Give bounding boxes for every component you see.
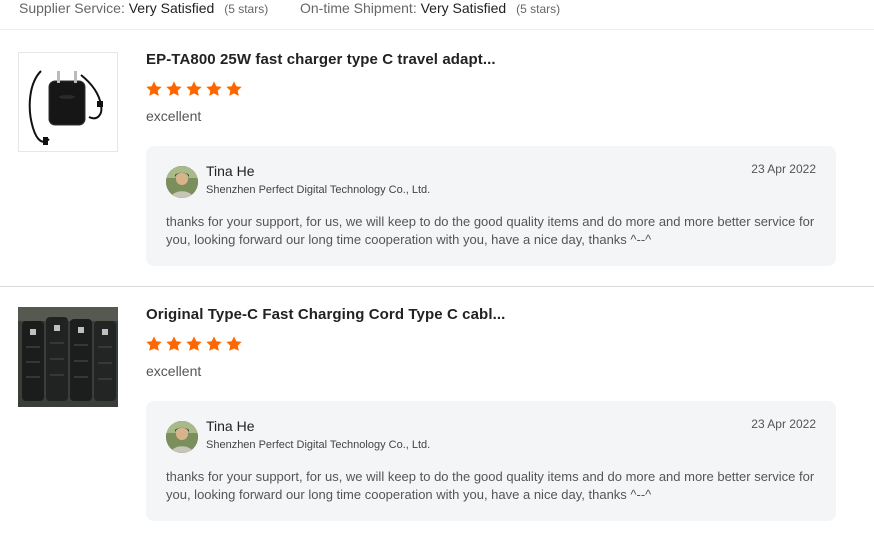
star-icon — [226, 336, 242, 351]
rating-summary: Supplier Service: Very Satisfied (5 star… — [0, 0, 874, 30]
supplier-reply: Tina He Shenzhen Perfect Digital Technol… — [146, 401, 836, 521]
star-icon — [146, 81, 162, 96]
review-text: excellent — [146, 108, 202, 124]
star-icon — [186, 336, 202, 351]
supplier-reply: Tina He Shenzhen Perfect Digital Technol… — [146, 146, 836, 266]
replier-company: Shenzhen Perfect Digital Technology Co.,… — [206, 439, 431, 451]
star-icon — [146, 336, 162, 351]
review-item: Original Type-C Fast Charging Cord Type … — [0, 287, 874, 533]
avatar — [166, 421, 198, 453]
charger-product-image[interactable] — [18, 52, 118, 152]
supplier-service-value: Very Satisfied — [128, 0, 215, 16]
star-icon — [206, 81, 222, 96]
star-icon — [166, 81, 182, 96]
supplier-service-stars: (5 stars) — [224, 2, 269, 16]
ontime-shipment-label: On-time Shipment: — [300, 0, 417, 16]
avatar — [166, 166, 198, 198]
replier-name: Tina He — [206, 163, 255, 179]
reply-message: thanks for your support, for us, we will… — [166, 469, 815, 502]
reply-date: 23 Apr 2022 — [751, 417, 816, 431]
star-rating — [145, 80, 243, 98]
review-text: excellent — [146, 363, 202, 379]
product-title[interactable]: EP-TA800 25W fast charger type C travel … — [146, 51, 496, 68]
star-icon — [206, 336, 222, 351]
cable-product-image[interactable] — [18, 307, 118, 407]
ontime-shipment-value: Very Satisfied — [420, 0, 507, 16]
replier-name: Tina He — [206, 418, 255, 434]
supplier-service-label: Supplier Service: — [19, 0, 125, 16]
star-icon — [186, 81, 202, 96]
star-icon — [226, 81, 242, 96]
review-item: EP-TA800 25W fast charger type C travel … — [0, 31, 874, 287]
reply-date: 23 Apr 2022 — [751, 162, 816, 176]
reply-message: thanks for your support, for us, we will… — [166, 214, 815, 247]
star-rating — [145, 335, 243, 353]
replier-company: Shenzhen Perfect Digital Technology Co.,… — [206, 184, 431, 196]
supplier-service-rating: Supplier Service: Very Satisfied (5 star… — [19, 0, 268, 16]
star-icon — [166, 336, 182, 351]
product-title[interactable]: Original Type-C Fast Charging Cord Type … — [146, 306, 505, 323]
ontime-shipment-stars: (5 stars) — [516, 2, 561, 16]
ontime-shipment-rating: On-time Shipment: Very Satisfied (5 star… — [300, 0, 560, 16]
